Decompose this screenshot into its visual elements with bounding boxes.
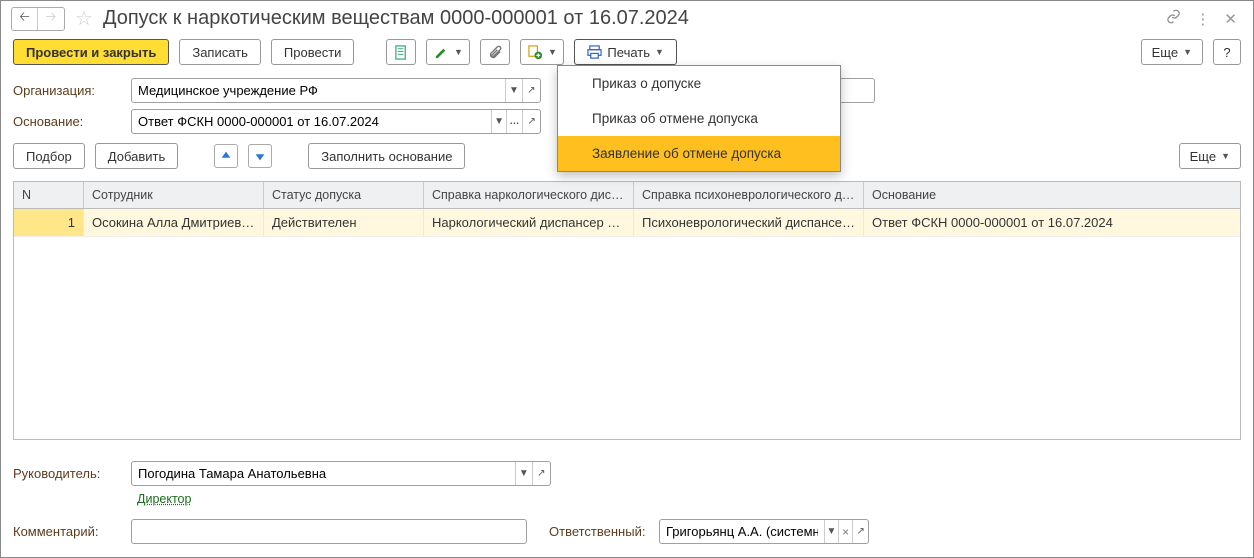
create-based-on-button[interactable]: ▼ <box>520 39 564 65</box>
link-icon[interactable] <box>1166 9 1181 28</box>
table-header: N Сотрудник Статус допуска Справка нарко… <box>14 182 1240 209</box>
attach-button[interactable] <box>480 39 510 65</box>
manager-field[interactable]: ▼ ↗ <box>131 461 551 486</box>
responsible-label: Ответственный: <box>549 524 651 539</box>
organization-label: Организация: <box>13 83 123 98</box>
col-basis[interactable]: Основание <box>864 182 1240 208</box>
pick-button[interactable]: Подбор <box>13 143 85 169</box>
print-button[interactable]: Печать ▼ <box>574 39 677 65</box>
col-n[interactable]: N <box>14 182 84 208</box>
post-and-close-button[interactable]: Провести и закрыть <box>13 39 169 65</box>
basis-label: Основание: <box>13 114 123 129</box>
grid-more-button[interactable]: Еще ▼ <box>1179 143 1241 169</box>
employees-table: N Сотрудник Статус допуска Справка нарко… <box>13 181 1241 440</box>
col-employee[interactable]: Сотрудник <box>84 182 264 208</box>
responsible-clear-icon[interactable]: × <box>838 520 852 543</box>
cell-employee: Осокина Алла Дмитриевна <box>84 209 264 236</box>
print-button-label: Печать <box>607 45 650 60</box>
responsible-input[interactable] <box>660 520 824 543</box>
col-psy[interactable]: Справка психоневрологического ди… <box>634 182 864 208</box>
more-button[interactable]: Еще ▼ <box>1141 39 1203 65</box>
save-button[interactable]: Записать <box>179 39 261 65</box>
comment-input[interactable] <box>132 520 526 543</box>
print-menu: Приказ о допуске Приказ об отмене допуск… <box>557 65 841 172</box>
organization-open-icon[interactable]: ↗ <box>522 79 540 102</box>
cell-psy: Психоневрологический диспансер … <box>634 209 864 236</box>
organization-input[interactable] <box>132 79 505 102</box>
comment-label: Комментарий: <box>13 524 123 539</box>
table-row[interactable]: 1 Осокина Алла Дмитриевна Действителен Н… <box>14 209 1240 237</box>
col-narc[interactable]: Справка наркологического дис… <box>424 182 634 208</box>
menu-item-order-revoke[interactable]: Приказ об отмене допуска <box>558 101 840 136</box>
manager-open-icon[interactable]: ↗ <box>532 462 550 485</box>
basis-select-icon[interactable]: … <box>506 110 522 133</box>
responsible-field[interactable]: ▼ × ↗ <box>659 519 869 544</box>
cell-n: 1 <box>14 209 84 236</box>
favorite-star-icon[interactable]: ☆ <box>75 6 93 31</box>
menu-item-statement-revoke[interactable]: Заявление об отмене допуска <box>558 136 840 171</box>
fill-basis-button[interactable]: Заполнить основание <box>308 143 465 169</box>
post-button[interactable]: Провести <box>271 39 355 65</box>
basis-input[interactable] <box>132 110 491 133</box>
manager-position-link[interactable]: Директор <box>137 492 191 506</box>
help-button[interactable]: ? <box>1213 39 1241 65</box>
manager-dropdown-icon[interactable]: ▼ <box>515 462 532 485</box>
cell-status: Действителен <box>264 209 424 236</box>
page-title: Допуск к наркотическим веществам 0000-00… <box>103 7 1160 30</box>
basis-dropdown-icon[interactable]: ▼ <box>491 110 507 133</box>
organization-dropdown-icon[interactable]: ▼ <box>505 79 522 102</box>
responsible-dropdown-icon[interactable]: ▼ <box>824 520 838 543</box>
menu-item-order-admit[interactable]: Приказ о допуске <box>558 66 840 101</box>
nav-group: 🡠 🡢 <box>11 7 65 31</box>
basis-field[interactable]: ▼ … ↗ <box>131 109 541 134</box>
basis-open-icon[interactable]: ↗ <box>522 110 540 133</box>
forward-button[interactable]: 🡢 <box>38 8 64 30</box>
add-button[interactable]: Добавить <box>95 143 178 169</box>
comment-field[interactable] <box>131 519 527 544</box>
cell-narc: Наркологический диспансер … <box>424 209 634 236</box>
col-status[interactable]: Статус допуска <box>264 182 424 208</box>
document-movements-button[interactable] <box>386 39 416 65</box>
close-button[interactable]: ✕ <box>1224 10 1237 28</box>
move-down-button[interactable] <box>248 144 272 168</box>
back-button[interactable]: 🡠 <box>12 8 38 30</box>
responsible-open-icon[interactable]: ↗ <box>852 520 868 543</box>
kebab-menu-icon[interactable]: ⋮ <box>1195 10 1210 28</box>
edit-button[interactable]: ▼ <box>426 39 470 65</box>
organization-field[interactable]: ▼ ↗ <box>131 78 541 103</box>
move-up-button[interactable] <box>214 144 238 168</box>
manager-input[interactable] <box>132 462 515 485</box>
manager-label: Руководитель: <box>13 466 123 481</box>
cell-basis: Ответ ФСКН 0000-000001 от 16.07.2024 <box>864 209 1240 236</box>
